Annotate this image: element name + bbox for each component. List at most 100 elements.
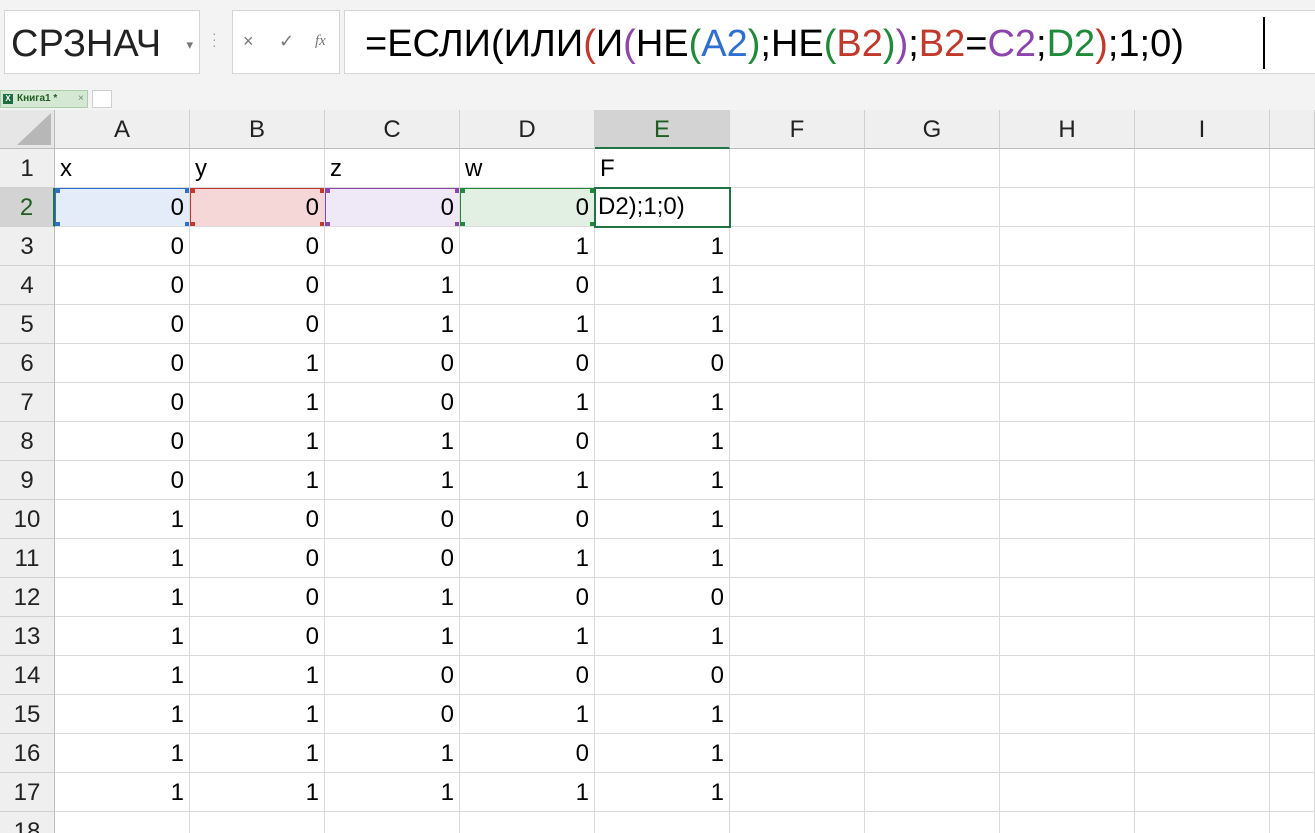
table-cell[interactable] [1135,578,1270,617]
table-cell[interactable] [1135,305,1270,344]
table-cell[interactable]: 0 [55,461,190,500]
table-cell[interactable] [730,695,865,734]
table-cell[interactable]: 1 [325,422,460,461]
table-cell[interactable]: 1 [595,500,730,539]
row-header[interactable]: 4 [0,266,55,305]
table-cell[interactable]: 1 [325,617,460,656]
table-cell[interactable] [730,383,865,422]
table-cell[interactable] [865,656,1000,695]
table-cell[interactable] [730,461,865,500]
table-cell[interactable] [1270,500,1315,539]
column-header-i[interactable]: I [1135,110,1270,149]
select-all-button[interactable] [0,110,55,149]
table-cell[interactable]: 1 [595,734,730,773]
table-cell[interactable]: 1 [595,773,730,812]
table-cell[interactable]: 0 [55,344,190,383]
name-box[interactable]: СРЗНАЧ ▾ [4,10,200,74]
table-cell[interactable] [1270,617,1315,656]
row-header[interactable]: 12 [0,578,55,617]
row-header[interactable]: 17 [0,773,55,812]
table-cell[interactable]: 0 [325,188,460,227]
row-header[interactable]: 9 [0,461,55,500]
row-header[interactable]: 6 [0,344,55,383]
table-cell[interactable]: 0 [460,422,595,461]
column-header-c[interactable]: C [325,110,460,149]
table-cell[interactable] [865,578,1000,617]
table-cell[interactable]: 1 [190,734,325,773]
enter-icon[interactable]: ✓ [279,31,294,52]
table-cell[interactable] [865,695,1000,734]
table-cell[interactable] [1000,812,1135,833]
table-cell[interactable]: 1 [190,422,325,461]
table-cell[interactable]: 1 [325,461,460,500]
table-cell[interactable] [730,656,865,695]
table-cell[interactable] [730,344,865,383]
table-cell[interactable] [865,812,1000,833]
table-cell[interactable] [730,500,865,539]
table-cell[interactable]: 0 [55,188,190,227]
table-cell[interactable]: 1 [460,305,595,344]
table-cell[interactable]: 0 [55,422,190,461]
table-cell[interactable] [1270,305,1315,344]
table-cell[interactable]: 1 [460,539,595,578]
table-cell[interactable] [1270,188,1315,227]
table-cell[interactable]: 1 [190,695,325,734]
table-cell[interactable] [1135,539,1270,578]
table-cell[interactable]: 0 [55,383,190,422]
table-cell[interactable]: 0 [595,656,730,695]
table-cell[interactable]: 1 [460,383,595,422]
table-cell[interactable] [730,539,865,578]
table-cell[interactable]: 1 [595,539,730,578]
table-cell[interactable]: 0 [190,227,325,266]
row-header[interactable]: 14 [0,656,55,695]
table-cell[interactable] [865,617,1000,656]
table-cell[interactable]: 0 [595,578,730,617]
column-header-b[interactable]: B [190,110,325,149]
table-cell[interactable]: 1 [55,656,190,695]
table-cell[interactable]: 0 [325,695,460,734]
column-header-d[interactable]: D [460,110,595,149]
table-cell[interactable] [1270,578,1315,617]
table-cell[interactable] [730,812,865,833]
table-cell[interactable] [1135,695,1270,734]
table-cell[interactable] [1135,149,1270,188]
table-cell[interactable] [865,266,1000,305]
table-cell[interactable]: F [595,149,730,188]
table-cell[interactable]: 1 [325,773,460,812]
table-cell[interactable] [1000,656,1135,695]
table-cell[interactable]: 1 [460,617,595,656]
chevron-down-icon[interactable]: ▾ [186,37,193,53]
table-cell[interactable]: 1 [55,773,190,812]
row-header[interactable]: 18 [0,812,55,833]
table-cell[interactable] [1000,461,1135,500]
table-cell[interactable]: 0 [190,578,325,617]
table-cell[interactable] [1270,734,1315,773]
table-cell[interactable] [1000,266,1135,305]
table-cell[interactable]: 1 [55,500,190,539]
table-cell[interactable]: 0 [190,188,325,227]
table-cell[interactable] [865,500,1000,539]
table-cell[interactable] [595,812,730,833]
table-cell[interactable]: 1 [190,773,325,812]
column-header-h[interactable]: H [1000,110,1135,149]
table-cell[interactable] [1135,383,1270,422]
table-cell[interactable] [1270,461,1315,500]
table-cell[interactable]: 1 [595,383,730,422]
table-cell[interactable] [1000,305,1135,344]
table-cell[interactable]: 0 [190,305,325,344]
table-cell[interactable]: z [325,149,460,188]
table-cell[interactable] [1135,422,1270,461]
table-cell[interactable]: 1 [325,578,460,617]
table-cell[interactable]: 0 [460,344,595,383]
table-cell[interactable] [730,422,865,461]
table-cell[interactable] [1000,149,1135,188]
table-cell[interactable] [730,734,865,773]
table-cell[interactable] [1000,344,1135,383]
table-cell[interactable] [1270,227,1315,266]
workbook-tab[interactable]: X Книга1 * × [0,90,88,108]
table-cell[interactable] [1270,266,1315,305]
table-cell[interactable] [1270,656,1315,695]
table-cell[interactable] [865,734,1000,773]
table-cell[interactable]: 1 [595,461,730,500]
table-cell[interactable] [1135,617,1270,656]
